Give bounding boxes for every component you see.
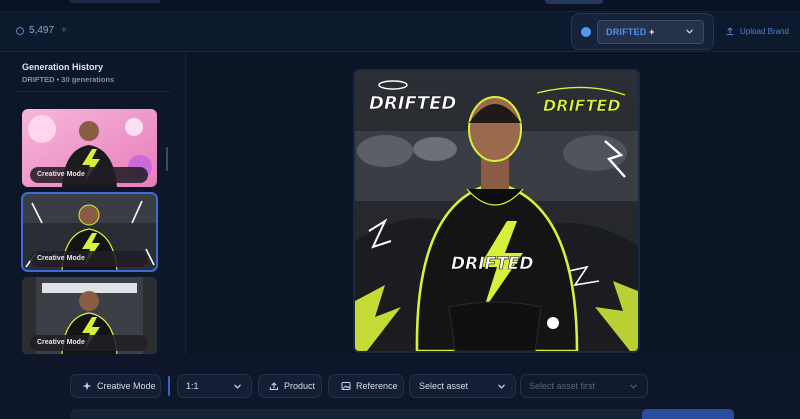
top-strip — [0, 0, 800, 12]
credits-display[interactable]: 5,497 + — [16, 25, 67, 36]
credits-value: 5,497 — [29, 25, 55, 36]
mode-badge: Creative Mode — [30, 251, 148, 267]
aspect-ratio-value: 1:1 — [186, 381, 199, 391]
asset-secondary-placeholder: Select asset first — [529, 381, 596, 391]
history-item[interactable]: Creative Mode — [22, 277, 157, 355]
asset-secondary-select[interactable]: Select asset first — [520, 374, 648, 398]
mode-badge: Creative Mode — [30, 167, 148, 183]
sidebar-subtitle: DRIFTED • 30 generations — [22, 75, 115, 84]
brand-name: DRIFTED — [606, 27, 647, 37]
main-preview-area: DRIFTED DRIFTED DRIFTED — [186, 52, 800, 354]
drifted-graffiti-tag: DRIFTED — [543, 96, 621, 115]
reference-button[interactable]: Reference — [328, 374, 404, 398]
upload-brand-button[interactable]: Upload Brand — [725, 26, 789, 36]
creative-mode-button[interactable]: Creative Mode — [70, 374, 161, 398]
drifted-graffiti-logo: DRIFTED — [369, 93, 456, 114]
product-label: Product — [284, 381, 316, 391]
brand-select[interactable]: DRIFTED + — [597, 20, 704, 44]
asset-select-value: Select asset — [419, 381, 469, 391]
mode-badge: Creative Mode — [30, 335, 148, 351]
divider — [14, 91, 171, 92]
upload-brand-label: Upload Brand — [740, 26, 789, 36]
top-tab-indicator — [70, 0, 160, 3]
sparkle-icon — [82, 381, 92, 391]
generate-button[interactable] — [642, 409, 734, 419]
sidebar-title: Generation History — [22, 62, 104, 72]
coin-icon — [16, 26, 24, 35]
prompt-input[interactable] — [70, 409, 730, 419]
chevron-down-icon — [498, 384, 505, 389]
bottom-toolbar: Creative Mode 1:1 Product Reference Sele… — [0, 354, 800, 419]
brand-status-dot — [581, 27, 591, 37]
generation-history-sidebar: Generation History DRIFTED • 30 generati… — [0, 52, 186, 355]
add-credits-icon[interactable]: + — [61, 25, 67, 36]
hoodie-print-text: DRIFTED — [451, 254, 533, 274]
header: 5,497 + DRIFTED + Upload Brand — [0, 12, 800, 52]
scrollbar[interactable] — [166, 147, 168, 171]
chevron-down-icon — [630, 384, 637, 389]
top-tab-indicator-active — [545, 0, 603, 4]
brand-plus: + — [649, 27, 655, 37]
generated-image[interactable]: DRIFTED DRIFTED DRIFTED — [353, 69, 640, 353]
chevron-down-icon — [234, 384, 241, 389]
toolbar-divider — [168, 376, 170, 396]
brand-selector-panel: DRIFTED + — [571, 13, 714, 50]
product-button[interactable]: Product — [258, 374, 322, 398]
chevron-down-icon — [686, 29, 693, 34]
upload-icon — [726, 27, 734, 36]
asset-select[interactable]: Select asset — [409, 374, 516, 398]
creative-mode-label: Creative Mode — [97, 381, 156, 391]
history-item[interactable]: Creative Mode — [22, 109, 157, 187]
reference-label: Reference — [356, 381, 398, 391]
generated-image-art: DRIFTED DRIFTED DRIFTED — [355, 71, 638, 351]
history-item-selected[interactable]: Creative Mode — [21, 192, 158, 272]
product-upload-icon — [269, 382, 279, 391]
image-icon — [341, 382, 351, 390]
aspect-ratio-select[interactable]: 1:1 — [177, 374, 252, 398]
